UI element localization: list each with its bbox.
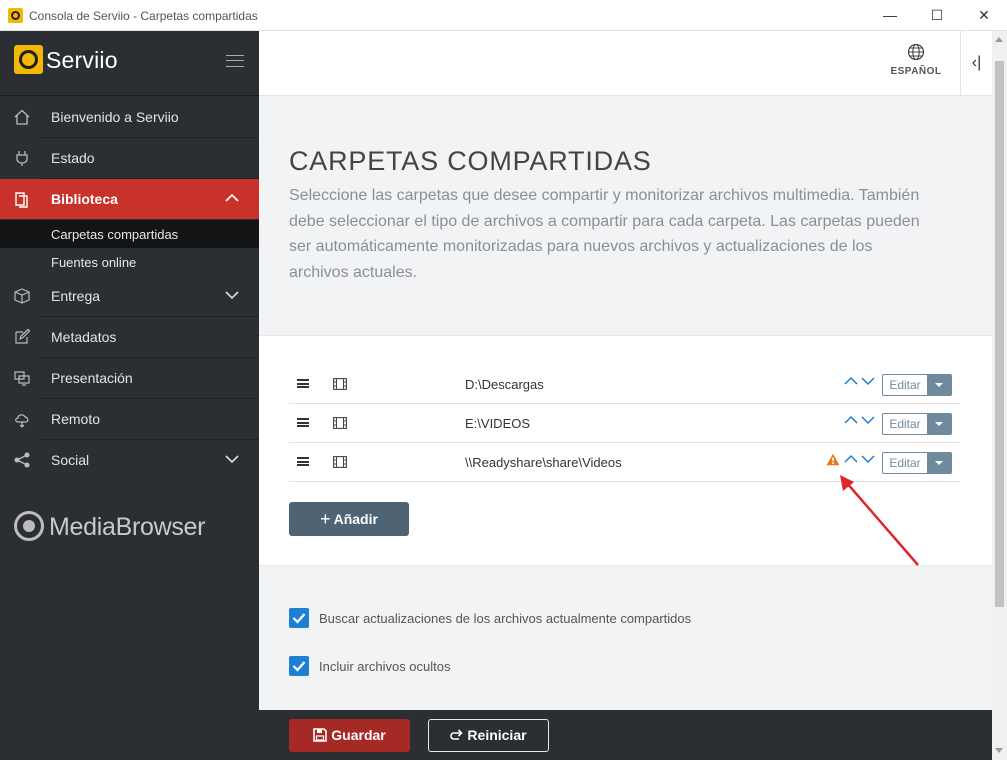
hamburger-menu-icon[interactable] [226,55,244,67]
sidebar-item-label: Estado [51,150,95,166]
sidebar-item-label: Remoto [51,411,101,427]
home-icon [14,109,30,125]
checkbox-hidden-files[interactable] [289,656,309,676]
move-up-icon[interactable] [844,375,858,387]
edit-icon [15,328,31,344]
warning-icon[interactable] [826,453,840,466]
sidebar-item-biblioteca[interactable]: Biblioteca [0,179,259,219]
edit-button[interactable]: Editar [882,452,927,474]
table-row: \\Readyshare\share\Videos Editar [289,443,960,482]
sidebar-subitem-fuentes[interactable]: Fuentes online [0,248,259,276]
scroll-up-arrow-icon[interactable] [995,37,1003,42]
shared-folders-panel: D:\Descargas Editar E:\VIDEOS Editar \\R… [259,335,992,566]
sidebar-item-label: Presentación [51,370,133,386]
library-icon [15,192,28,208]
vertical-scrollbar[interactable] [992,31,1007,760]
film-icon [333,378,347,390]
edit-dropdown-caret-icon[interactable] [927,452,952,474]
sidebar-item-label: Metadatos [51,329,117,345]
film-icon [333,417,347,429]
sidebar-item-entrega[interactable]: Entrega [0,276,259,316]
edit-dropdown-caret-icon[interactable] [927,413,952,435]
sidebar-subitem-label: Carpetas compartidas [51,227,179,242]
table-row: D:\Descargas Editar [289,365,960,404]
save-button[interactable]: Guardar [289,719,410,752]
minimize-button[interactable]: — [867,0,913,31]
share-icon [14,452,30,468]
sidebar-item-label: Social [51,452,90,468]
sidebar-item-remoto[interactable]: Remoto [0,399,259,439]
mediabrowser-logo-icon [14,511,44,541]
sidebar-item-label: Entrega [51,288,101,304]
move-up-icon[interactable] [844,414,858,426]
folder-path: E:\VIDEOS [465,416,531,431]
save-button-label: Guardar [331,727,386,743]
save-icon [313,728,328,742]
option-label: Incluir archivos ocultos [319,659,451,674]
folder-path: D:\Descargas [465,377,544,392]
window-title: Consola de Serviio - Carpetas compartida… [29,9,258,23]
sidebar-item-social[interactable]: Social [0,440,259,480]
sidebar-item-estado[interactable]: Estado [0,138,259,178]
language-label: ESPAÑOL [890,66,942,77]
table-row: E:\VIDEOS Editar [289,404,960,443]
maximize-button[interactable]: ☐ [914,0,960,31]
move-down-icon[interactable] [861,375,875,387]
sidebar-item-bienvenido[interactable]: Bienvenido a Serviio [0,97,259,137]
edit-button[interactable]: Editar [882,374,927,396]
chevron-down-icon [225,455,239,464]
main-content: CARPETAS COMPARTIDAS Seleccione las carp… [259,96,992,760]
scroll-thumb[interactable] [995,61,1004,607]
serviio-app-icon [8,8,23,23]
cloud-icon [15,414,29,428]
option-label: Buscar actualizaciones de los archivos a… [319,611,692,626]
sidebar-item-metadatos[interactable]: Metadatos [0,317,259,357]
serviio-logo-icon [14,45,43,74]
globe-icon [907,43,925,61]
close-button[interactable]: ✕ [961,0,1007,31]
add-button-label: Añadir [333,511,378,527]
sidebar: Serviio Bienvenido a Serviio Estado Bibl… [0,31,259,760]
folder-path: \\Readyshare\share\Videos [465,455,622,470]
checkbox-search-updates[interactable] [289,608,309,628]
language-selector[interactable]: ESPAÑOL [885,43,947,77]
sidebar-item-presentacion[interactable]: Presentación [0,358,259,398]
page-description: Seleccione las carpetas que desee compar… [289,187,920,281]
film-icon [333,456,347,468]
reset-button[interactable]: Reiniciar [428,719,549,752]
top-header: ESPAÑOL ‹| [259,31,992,96]
sidebar-subitem-carpetas[interactable]: Carpetas compartidas [0,220,259,248]
reset-button-label: Reiniciar [467,727,527,743]
chevron-down-icon [225,291,239,300]
page-title: CARPETAS COMPARTIDAS [289,146,652,176]
sidebar-item-label: Bienvenido a Serviio [51,109,179,125]
drag-handle-icon[interactable] [297,379,309,388]
checkmark-icon [292,613,306,624]
add-folder-button[interactable]: + Añadir [289,502,409,536]
edit-dropdown-caret-icon[interactable] [927,374,952,396]
plus-icon: + [320,509,331,529]
move-up-icon[interactable] [844,453,858,465]
sidebar-item-label: Biblioteca [51,191,118,207]
drag-handle-icon[interactable] [297,457,309,466]
window-titlebar: Consola de Serviio - Carpetas compartida… [0,0,1007,31]
move-down-icon[interactable] [861,414,875,426]
mediabrowser-name: MediaBrowser [49,513,206,541]
collapse-panel-button[interactable]: ‹| [960,31,992,96]
footer-bar: Guardar Reiniciar [259,710,992,760]
plug-icon [16,151,28,166]
move-down-icon[interactable] [861,453,875,465]
drag-handle-icon[interactable] [297,418,309,427]
edit-button[interactable]: Editar [882,413,927,435]
sidebar-subitem-label: Fuentes online [51,255,137,270]
brand-name: Serviio [46,47,118,73]
brand-header: Serviio [0,31,259,96]
chevron-up-icon [225,193,239,202]
undo-icon [450,729,464,740]
scroll-down-arrow-icon[interactable] [995,748,1003,753]
screens-icon [14,371,30,386]
checkmark-icon [292,661,306,672]
package-icon [14,288,30,304]
